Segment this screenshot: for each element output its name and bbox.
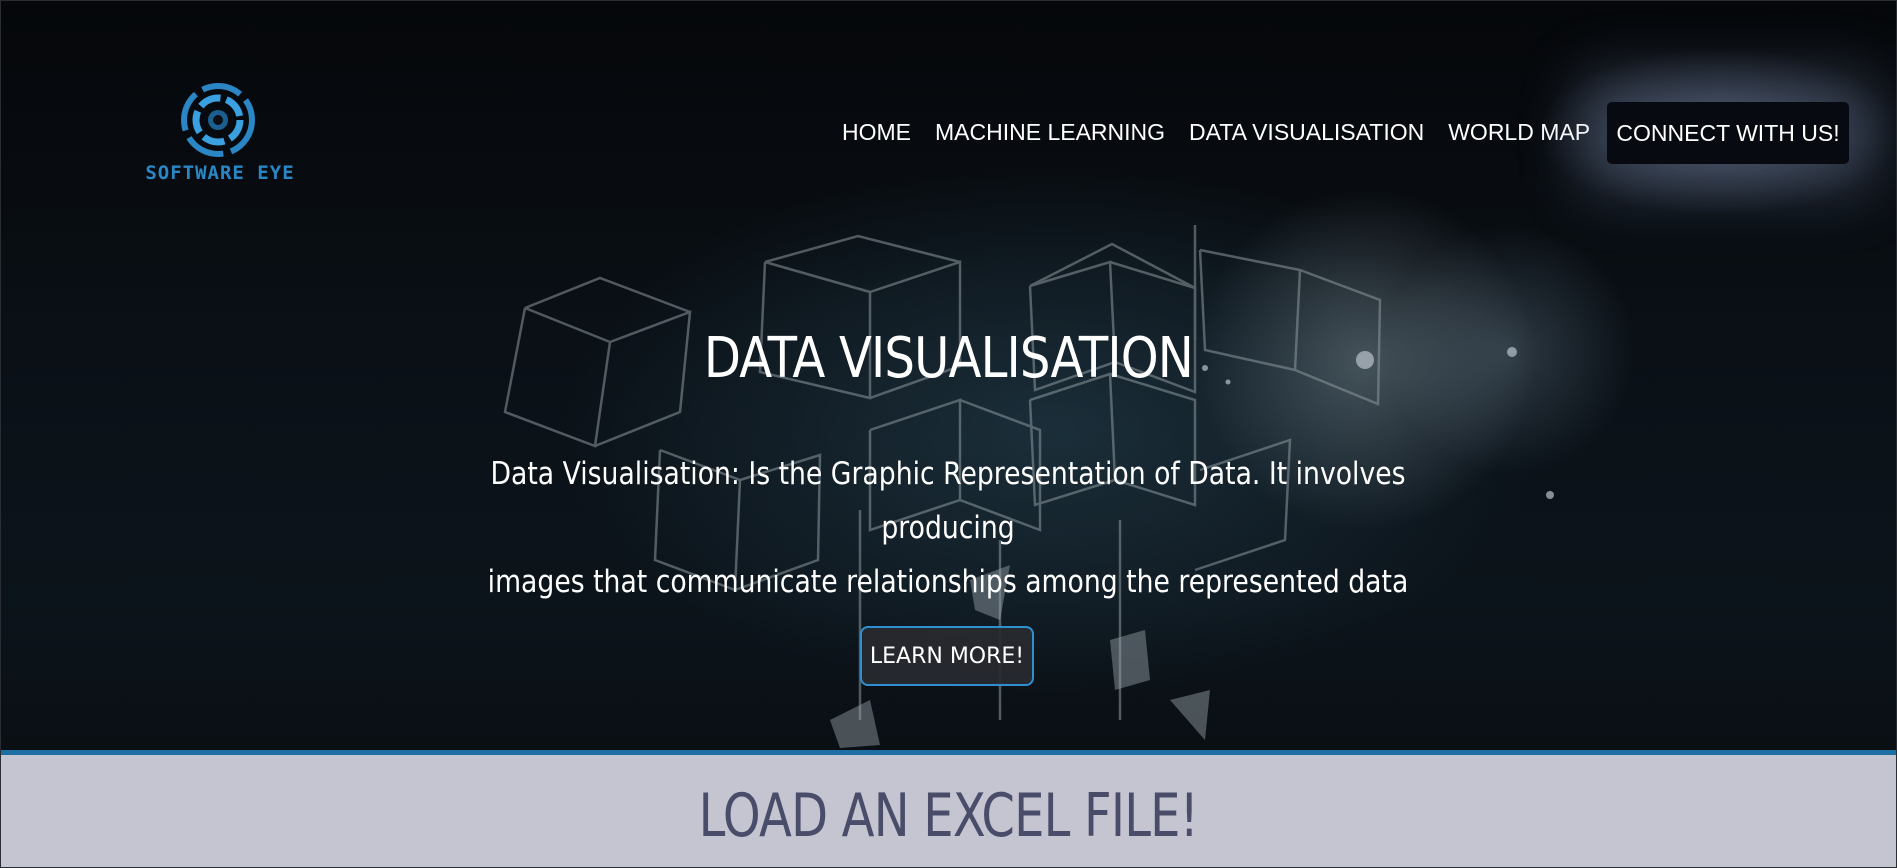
connect-button[interactable]: CONNECT WITH US! (1607, 102, 1849, 164)
nav-data-visualisation[interactable]: DATA VISUALISATION (1189, 119, 1424, 146)
nav-machine-learning[interactable]: MACHINE LEARNING (935, 119, 1165, 146)
hero-subtitle-line-1: Data Visualisation: Is the Graphic Repre… (490, 456, 1406, 546)
section-title: LOAD AN EXCEL FILE! (698, 781, 1199, 851)
hero-subtitle-line-2: images that communicate relationships am… (487, 564, 1409, 600)
hero-title: DATA VISUALISATION (703, 326, 1194, 391)
excel-upload-section: LOAD AN EXCEL FILE! (0, 755, 1897, 868)
page: SOFTWARE EYE HOME MACHINE LEARNING DATA … (0, 0, 1897, 868)
site-logo[interactable]: SOFTWARE EYE (136, 82, 304, 192)
nav-world-map[interactable]: WORLD MAP (1448, 119, 1590, 146)
nav-home[interactable]: HOME (842, 119, 911, 146)
eye-lens-icon (181, 83, 255, 157)
logo-text: SOFTWARE EYE (145, 162, 295, 184)
main-nav: HOME MACHINE LEARNING DATA VISUALISATION… (842, 100, 1602, 164)
learn-more-button[interactable]: LEARN MORE! (860, 626, 1034, 686)
hero-subtitle: Data Visualisation: Is the Graphic Repre… (475, 447, 1421, 609)
